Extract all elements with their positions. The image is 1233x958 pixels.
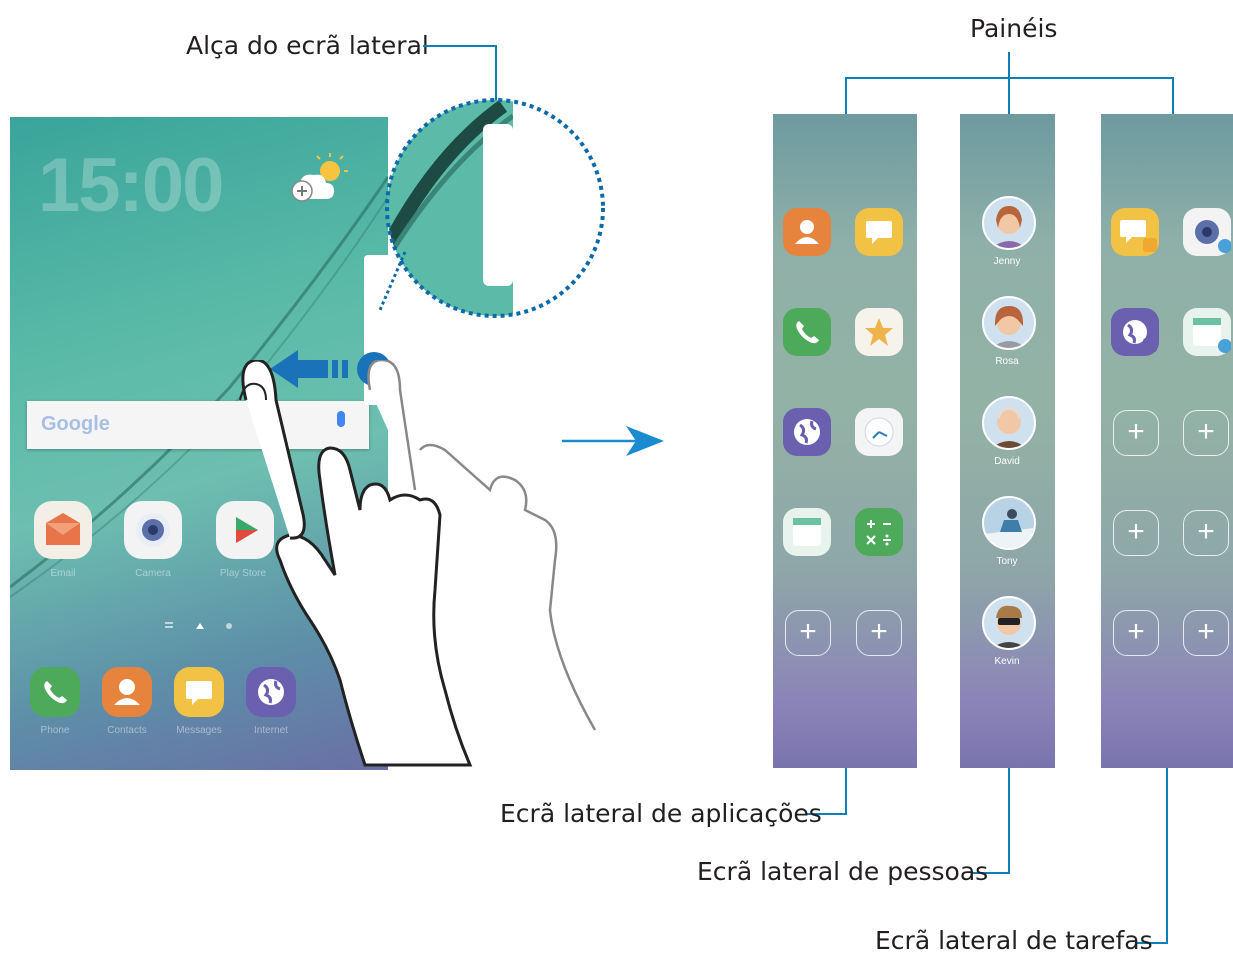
apps-edge-callout-label: Ecrã lateral de aplicações xyxy=(500,799,822,828)
contact-avatar-david[interactable] xyxy=(982,396,1036,450)
tasks-callout-line-vertical xyxy=(1166,768,1168,944)
calendar-icon[interactable] xyxy=(783,508,831,556)
contact-name-jenny: Jenny xyxy=(993,256,1021,267)
panels-callout-label: Painéis xyxy=(970,14,1058,43)
add-task-button[interactable]: + xyxy=(1113,510,1159,556)
contact-avatar-tony[interactable] xyxy=(982,496,1036,550)
add-app-button[interactable]: + xyxy=(785,610,831,656)
gallery-icon[interactable] xyxy=(855,308,903,356)
google-logo: Google xyxy=(41,413,110,435)
apps-callout-line-vertical xyxy=(845,768,847,815)
contacts-dock-label: Contacts xyxy=(107,725,147,736)
contact-name-tony: Tony xyxy=(996,556,1018,567)
clock-icon[interactable] xyxy=(855,408,903,456)
messages-dock-icon[interactable] xyxy=(174,667,224,717)
panels-bracket-stem xyxy=(1008,52,1010,114)
messages-icon[interactable] xyxy=(855,208,903,256)
contact-name-kevin: Kevin xyxy=(994,656,1020,667)
create-event-icon[interactable] xyxy=(1183,308,1232,356)
people-edge-callout-label: Ecrã lateral de pessoas xyxy=(697,857,989,886)
phone-dock-label: Phone xyxy=(40,725,70,736)
email-app-icon[interactable] xyxy=(34,501,92,559)
people-edge-panel: Jenny Rosa David Tony Kevin xyxy=(960,114,1055,768)
add-app-button[interactable]: + xyxy=(856,610,902,656)
contact-avatar-rosa[interactable] xyxy=(982,296,1036,350)
add-task-button[interactable]: + xyxy=(1113,610,1159,656)
contact-avatar-kevin[interactable] xyxy=(982,596,1036,650)
add-task-button[interactable]: + xyxy=(1183,610,1229,656)
tasks-edge-callout-label: Ecrã lateral de tarefas xyxy=(875,926,1153,955)
calculator-icon[interactable] xyxy=(855,508,903,556)
phone-dock-icon[interactable] xyxy=(30,667,80,717)
magnifier-connector xyxy=(360,250,420,330)
handle-callout-line xyxy=(423,45,497,47)
email-app-label: Email xyxy=(50,568,76,579)
messages-dock-label: Messages xyxy=(176,725,222,736)
tasks-edge-panel: + + + + + + xyxy=(1101,114,1233,768)
panels-bracket-left xyxy=(845,77,847,114)
panels-bracket-top xyxy=(845,77,1174,79)
view-bookmarks-icon[interactable] xyxy=(1111,308,1159,356)
contact-name-rosa: Rosa xyxy=(995,356,1019,367)
handle-callout-label: Alça do ecrã lateral xyxy=(186,31,429,60)
take-selfie-icon[interactable] xyxy=(1183,208,1232,256)
swiping-hand xyxy=(230,358,610,770)
contact-avatar-jenny[interactable] xyxy=(982,196,1036,250)
contact-name-david: David xyxy=(994,456,1020,467)
camera-app-icon[interactable] xyxy=(124,501,182,559)
phone-icon[interactable] xyxy=(783,308,831,356)
compose-message-icon[interactable] xyxy=(1111,208,1159,256)
add-task-button[interactable]: + xyxy=(1113,410,1159,456)
camera-app-label: Camera xyxy=(135,568,171,579)
add-task-button[interactable]: + xyxy=(1183,510,1229,556)
contacts-dock-icon[interactable] xyxy=(102,667,152,717)
transition-arrow xyxy=(562,424,666,458)
add-task-button[interactable]: + xyxy=(1183,410,1229,456)
people-callout-line-vertical xyxy=(1008,768,1010,874)
contacts-icon[interactable] xyxy=(783,208,831,256)
apps-edge-panel: + + xyxy=(773,114,917,768)
panels-bracket-right xyxy=(1172,77,1174,114)
internet-icon[interactable] xyxy=(783,408,831,456)
